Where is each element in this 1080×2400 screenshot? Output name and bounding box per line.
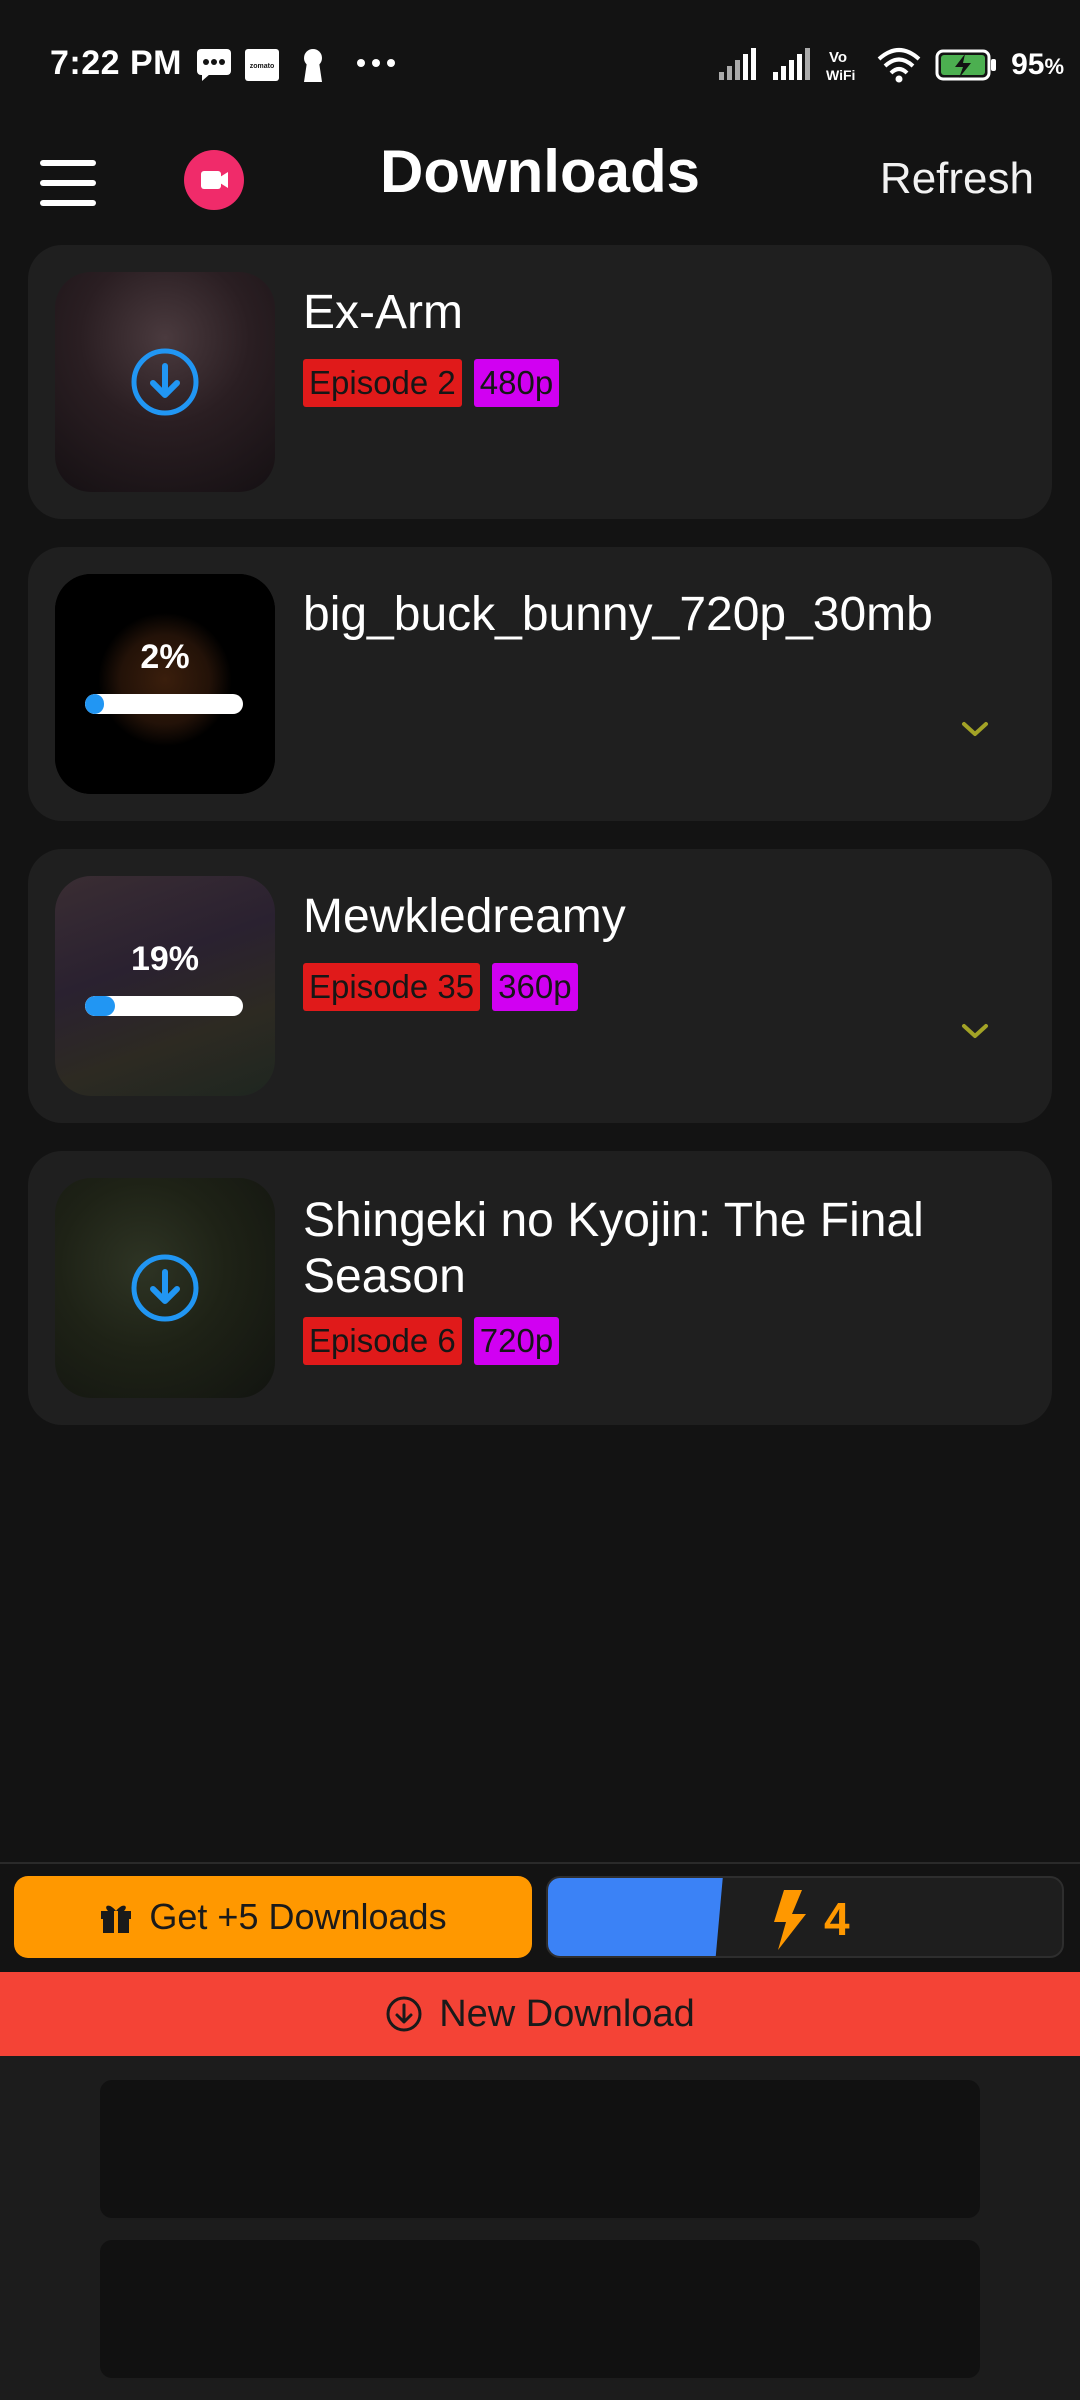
battery-value: 95	[1011, 48, 1045, 81]
download-title: Shingeki no Kyojin: The Final Season	[303, 1194, 924, 1303]
chevron-down-icon[interactable]	[958, 717, 992, 741]
credits-count: 4	[824, 1893, 850, 1945]
download-title: big_buck_bunny_720p_30mb	[303, 588, 933, 641]
poster-thumbnail: 2%	[55, 574, 275, 794]
download-icon[interactable]	[129, 1252, 201, 1324]
progress-bar	[85, 694, 243, 714]
quality-tag: 720p	[473, 1317, 560, 1365]
download-card[interactable]: Ex-Arm Episode 2 480p	[28, 245, 1052, 519]
progress-fill	[85, 996, 116, 1016]
progress-percent: 19%	[130, 940, 200, 978]
new-download-button[interactable]: New Download	[0, 1972, 1080, 2056]
poster-thumbnail: 19%	[55, 876, 275, 1096]
tag-row: Episode 6 720p	[303, 1317, 1003, 1365]
download-info: Shingeki no Kyojin: The Final Season Epi…	[303, 1193, 1003, 1365]
vowifi-icon: Vo WiFi	[826, 49, 855, 83]
message-icon	[197, 49, 231, 81]
get-downloads-label: Get +5 Downloads	[149, 1896, 447, 1937]
record-button[interactable]	[184, 150, 244, 210]
episode-tag: Episode 6	[303, 1317, 462, 1365]
battery-unit: %	[1044, 54, 1064, 79]
ad-placeholder	[100, 2240, 980, 2378]
downloads-screen: 7:22 PM zomato Vo WiFi 95% Downloads Ref…	[0, 0, 1080, 2400]
download-info: Mewkledreamy Episode 35 360p	[303, 889, 1003, 1011]
wifi-icon	[877, 48, 921, 83]
zomato-logo-text: zomato	[250, 63, 275, 70]
refresh-button[interactable]: Refresh	[880, 144, 1034, 214]
download-card[interactable]: 19% Mewkledreamy Episode 35 360p	[28, 849, 1052, 1123]
progress-fill	[85, 694, 104, 714]
download-title: Ex-Arm	[303, 286, 463, 339]
chevron-down-icon[interactable]	[958, 1019, 992, 1043]
download-credits: 4	[546, 1876, 1064, 1958]
ad-placeholder	[100, 2080, 980, 2218]
bottom-divider	[0, 1862, 1080, 1864]
tag-row: Episode 35 360p	[303, 963, 1003, 1011]
status-time: 7:22 PM	[50, 44, 182, 82]
get-downloads-button[interactable]: Get +5 Downloads	[14, 1876, 532, 1958]
progress-percent: 2%	[140, 638, 190, 676]
battery-percent: 95%	[1011, 48, 1064, 82]
battery-charging-icon	[935, 49, 997, 81]
quality-tag: 360p	[492, 963, 578, 1011]
download-title: Mewkledreamy	[303, 890, 626, 943]
status-bar: 7:22 PM zomato Vo WiFi 95%	[0, 0, 1080, 128]
progress-bar	[85, 996, 243, 1016]
vowifi-bottom-text: WiFi	[826, 67, 855, 83]
poster-art	[55, 876, 275, 1096]
poster-thumbnail	[55, 272, 275, 492]
more-dots-icon	[357, 59, 395, 67]
episode-tag: Episode 2	[303, 359, 462, 407]
download-card[interactable]: Shingeki no Kyojin: The Final Season Epi…	[28, 1151, 1052, 1425]
lightning-icon	[774, 1890, 806, 1950]
new-download-label: New Download	[439, 1992, 695, 2035]
ad-area	[0, 2056, 1080, 2400]
gift-icon	[101, 1905, 132, 1933]
poster-thumbnail	[55, 1178, 275, 1398]
download-circle-icon	[386, 1996, 422, 2032]
credits-level-fill	[548, 1878, 723, 1956]
top-app-bar: Downloads Refresh	[0, 128, 1080, 244]
zomato-icon: zomato	[245, 49, 279, 81]
signal-icon	[719, 48, 757, 80]
video-camera-icon	[201, 171, 228, 189]
vowifi-top-text: Vo	[829, 49, 847, 66]
keyhole-icon	[304, 49, 322, 82]
tag-row: Episode 2 480p	[303, 359, 1003, 407]
downloads-list: Ex-Arm Episode 2 480p 2% big_buck_bunny_…	[28, 245, 1052, 1453]
download-icon[interactable]	[129, 346, 201, 418]
quality-tag: 480p	[473, 359, 560, 407]
download-card[interactable]: 2% big_buck_bunny_720p_30mb	[28, 547, 1052, 821]
download-info: big_buck_bunny_720p_30mb	[303, 587, 1003, 643]
download-info: Ex-Arm Episode 2 480p	[303, 285, 1003, 407]
status-right-group: Vo WiFi 95%	[717, 40, 1064, 90]
signal-icon	[773, 48, 811, 80]
poster-art	[55, 574, 275, 794]
episode-tag: Episode 35	[303, 963, 481, 1011]
hamburger-menu-icon[interactable]	[40, 160, 96, 206]
